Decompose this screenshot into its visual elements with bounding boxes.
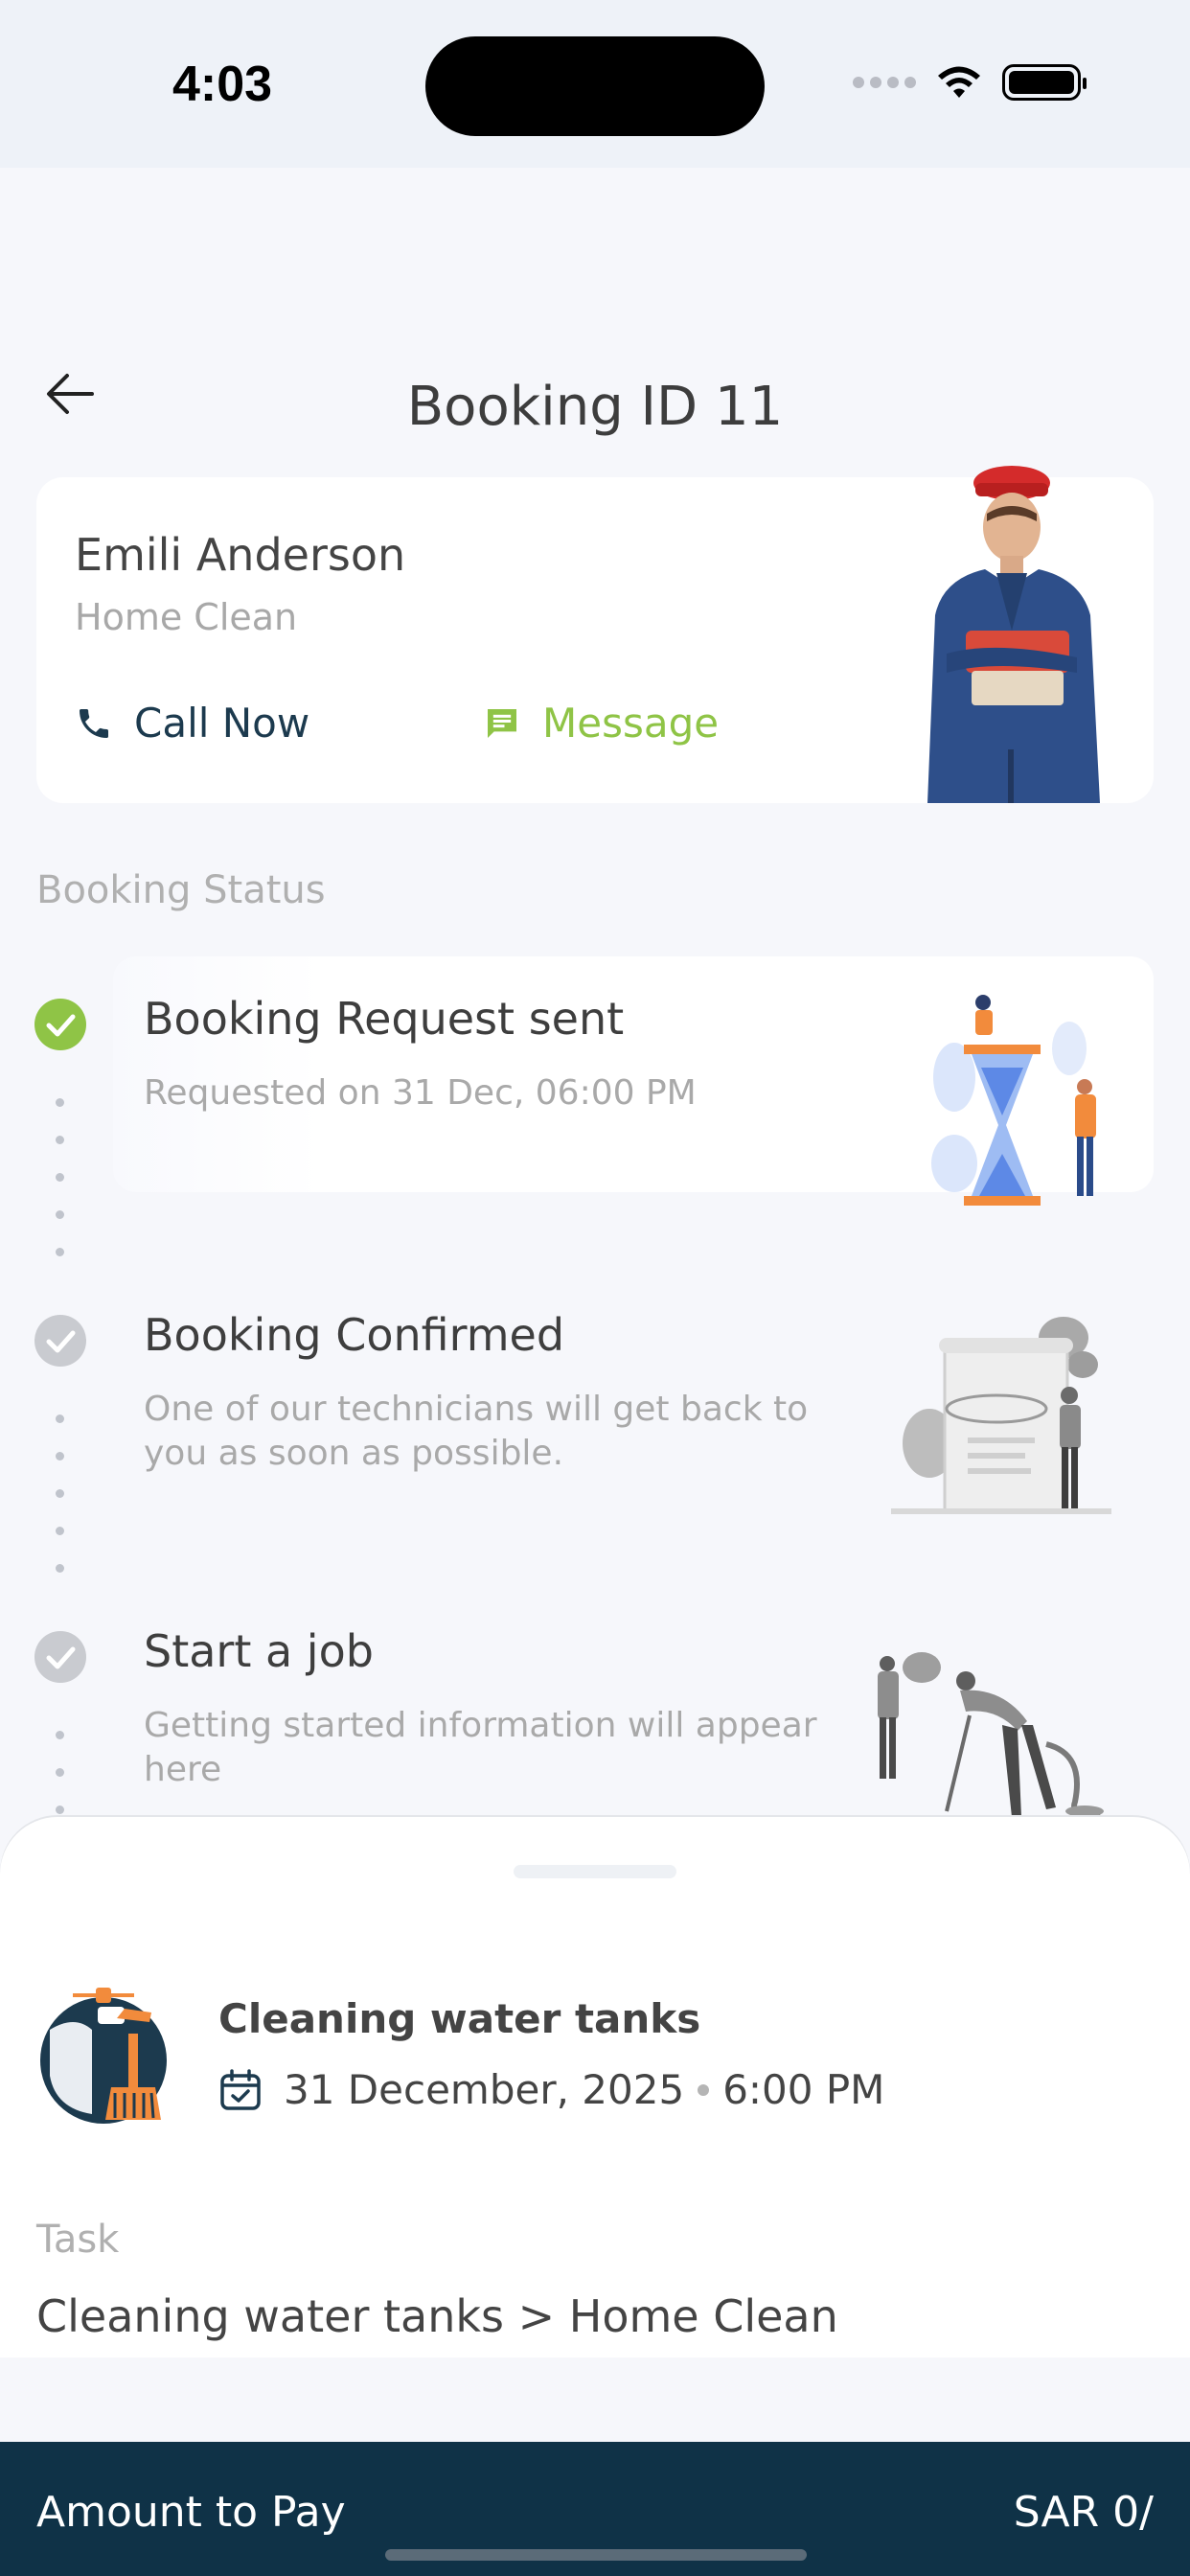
amount-value: SAR 0/ (1013, 2488, 1154, 2537)
check-circle-icon (34, 999, 86, 1050)
service-date: 31 December, 2025 (284, 2066, 685, 2113)
timeline-dots (56, 1098, 64, 1256)
sheet-drag-handle[interactable] (514, 1865, 676, 1878)
provider-name: Emili Anderson (75, 529, 406, 581)
status-bar: 4:03 (0, 0, 1190, 168)
timeline-dots (56, 1414, 64, 1573)
call-now-label: Call Now (134, 700, 310, 747)
hourglass-illustration (931, 995, 1096, 1206)
booking-status-label: Booking Status (36, 868, 326, 912)
status-time: 4:03 (172, 57, 273, 112)
provider-card: Emili Anderson Home Clean Call Now Messa… (36, 466, 1154, 803)
cleaning-job-illustration (878, 1652, 1104, 1817)
document-review-illustration (891, 1317, 1111, 1514)
status-icons (853, 63, 1087, 102)
check-circle-icon (34, 1315, 86, 1367)
technician-avatar (927, 466, 1100, 803)
provider-service: Home Clean (75, 596, 298, 638)
message-label: Message (542, 700, 720, 747)
check-circle-icon (34, 1631, 86, 1683)
phone-icon (80, 708, 108, 738)
service-details-sheet: Cleaning water tanks 31 December, 2025 6… (0, 1817, 1190, 2358)
step-subtitle-request-sent: Requested on 31 Dec, 06:00 PM (144, 1073, 697, 1113)
cellular-icon (853, 77, 916, 88)
timeline-dots (56, 1731, 64, 1814)
step-subtitle-confirmed: One of our technicians will get back to … (144, 1390, 809, 1473)
wifi-icon (938, 66, 980, 98)
step-subtitle-start-job: Getting started information will appear … (144, 1706, 817, 1789)
step-title-start-job: Start a job (144, 1625, 374, 1677)
service-time: 6:00 PM (722, 2066, 885, 2113)
task-value: Cleaning water tanks > Home Clean (36, 2290, 838, 2342)
step-title-confirmed: Booking Confirmed (144, 1309, 565, 1361)
task-label: Task (36, 2218, 120, 2262)
separator-dot (698, 2083, 710, 2096)
service-title: Cleaning water tanks (218, 1995, 701, 2042)
page-title: Booking ID 11 (406, 376, 784, 438)
cleaning-service-icon (40, 1988, 167, 2124)
calendar-icon (220, 2068, 261, 2110)
message-button[interactable]: Message (483, 700, 719, 747)
battery-icon (1002, 64, 1087, 101)
amount-label: Amount to Pay (36, 2488, 346, 2537)
step-title-request-sent: Booking Request sent (144, 993, 625, 1045)
dynamic-island (425, 36, 765, 136)
amount-to-pay-bar[interactable]: Amount to Pay SAR 0/ (0, 2442, 1190, 2576)
call-now-button[interactable]: Call Now (75, 700, 309, 747)
service-datetime: 31 December, 2025 6:00 PM (218, 2066, 884, 2113)
home-indicator (385, 2549, 807, 2561)
chat-icon (488, 708, 516, 738)
